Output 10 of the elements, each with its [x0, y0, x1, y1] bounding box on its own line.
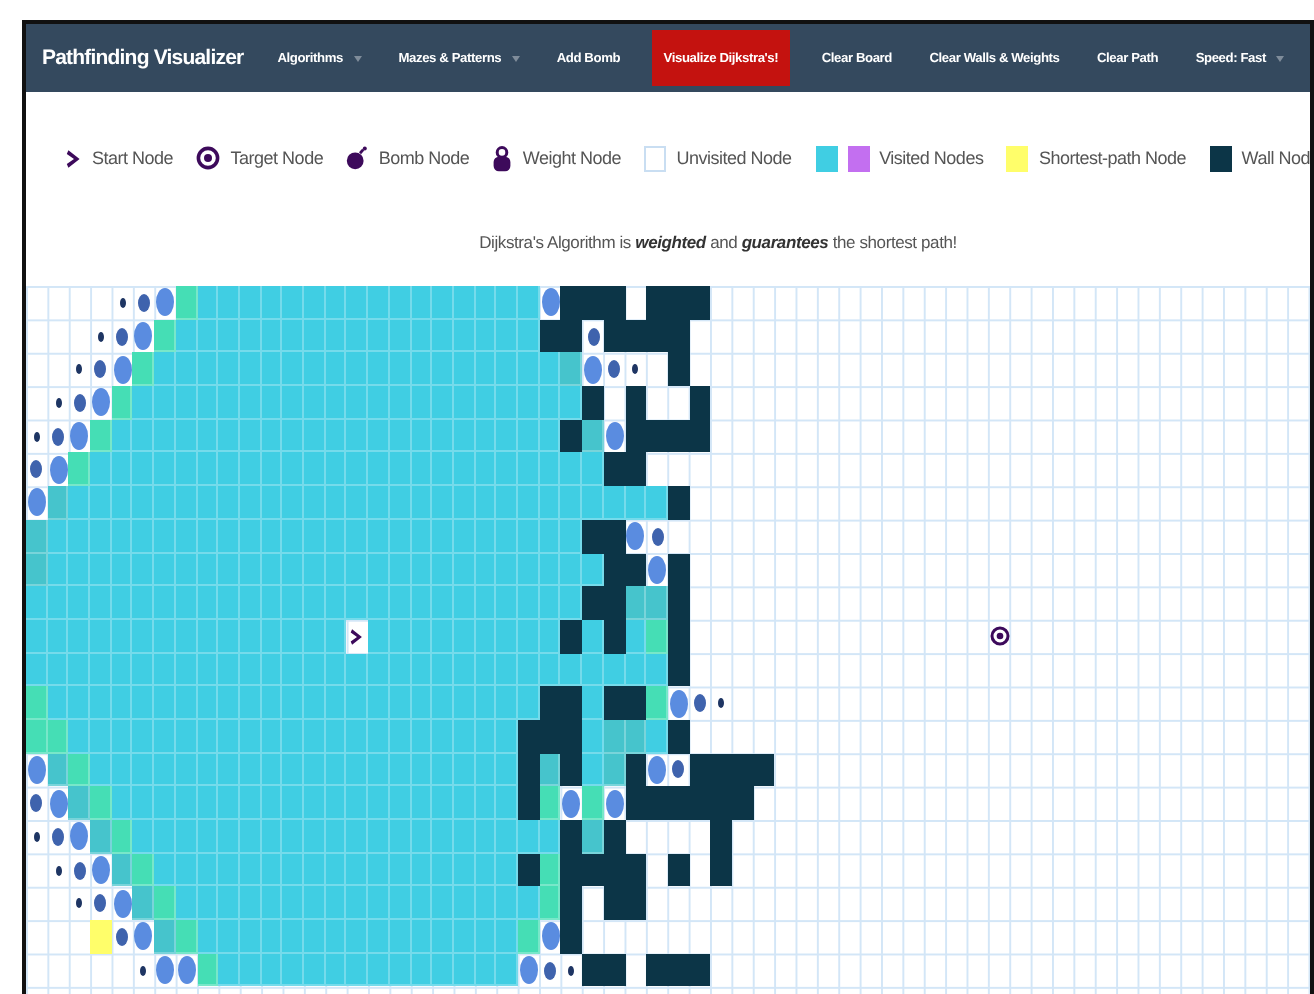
- legend-label: Unvisited Node: [676, 148, 792, 168]
- legend-label: Shortest-path Node: [1038, 148, 1187, 168]
- legend-label: Visited Nodes: [879, 148, 984, 168]
- app-title: Pathfinding Visualizer: [42, 46, 244, 70]
- legend-label: Weight Node: [522, 148, 622, 168]
- algorithm-description: Dijkstra's Algorithm is weighted and guarantees the shortest path!: [479, 232, 957, 252]
- legend-label: Wall Nod: [1241, 148, 1310, 168]
- legend-label: Start Node: [92, 148, 174, 168]
- legend-label: Target Node: [230, 148, 324, 168]
- legend-label: Bomb Node: [378, 148, 470, 168]
